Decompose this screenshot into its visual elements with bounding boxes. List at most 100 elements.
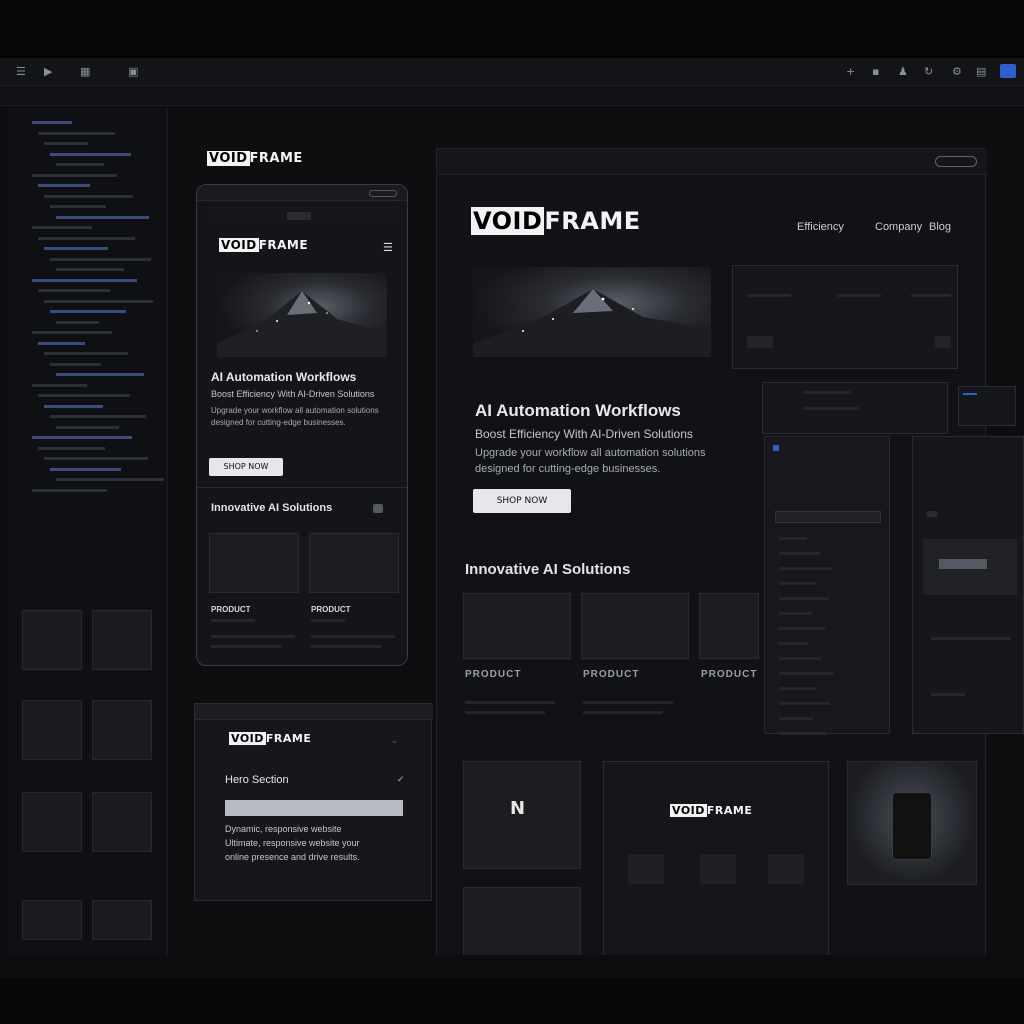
feature-icon [700,854,736,884]
code-line-bar [32,436,132,439]
panel-row[interactable] [779,702,830,705]
template-thumbnail[interactable] [22,610,82,670]
checkmark-icon[interactable]: ✓ [397,774,405,785]
code-line-bar [44,299,153,303]
hamburger-icon[interactable]: ☰ [16,65,26,78]
desktop-section-title: Innovative AI Solutions [465,561,631,578]
panel-row[interactable] [779,537,807,540]
layout-icon[interactable]: ▣ [128,65,138,78]
product-card-image[interactable] [209,533,299,593]
template-thumbnail[interactable] [92,700,152,760]
product-title: PRODUCT [311,605,351,614]
panel-row[interactable] [779,552,820,555]
placeholder-line [465,711,545,714]
panel-row[interactable] [779,657,821,660]
grid-icon[interactable]: ▦ [80,65,90,78]
mountain-illustration [473,289,711,357]
code-line [10,192,168,202]
toggle-switch[interactable] [369,190,397,197]
settings-icon[interactable]: ⚙ [952,65,962,78]
code-line [10,444,168,454]
plus-icon[interactable]: + [846,65,855,78]
logo-tile-secondary[interactable] [463,887,581,957]
play-icon[interactable]: ▶ [44,65,52,78]
code-line-bar [38,131,115,135]
section-label: Hero Section [225,774,289,786]
window-icon[interactable]: ▤ [976,65,986,78]
code-line [10,286,168,296]
code-line [10,181,168,191]
section-input[interactable] [225,800,403,816]
placeholder-line [311,619,345,622]
code-line-bar [38,289,110,292]
hero-image [473,267,711,357]
code-line [10,276,168,286]
code-line [10,265,168,275]
feature-panel[interactable]: VOID FRAME [603,761,829,961]
code-line [10,255,168,265]
panel-row[interactable] [779,582,816,585]
code-line-bar [44,404,103,408]
nav-link-efficiency[interactable]: Efficiency [797,221,844,233]
panel-row[interactable] [779,687,817,690]
code-line-bar [56,373,144,376]
code-line-bar [38,236,135,240]
product-card-image[interactable] [463,593,571,659]
info-icon[interactable]: ▪ [872,65,879,78]
template-thumbnail[interactable] [92,610,152,670]
toggle-switch[interactable] [935,156,977,167]
phone-mockup [892,792,932,860]
panel-row[interactable] [779,732,826,735]
panel-row[interactable] [779,642,808,645]
code-line-bar [50,205,106,208]
product-card-image[interactable] [309,533,399,593]
code-line-bar [44,247,108,250]
desktop-shop-now-button[interactable]: SHOP NOW [473,489,571,513]
nav-link-company[interactable]: Company [875,221,922,233]
panel-row[interactable] [779,567,833,570]
code-line-bar [56,425,119,429]
brand-logo: VOID FRAME [207,151,303,166]
template-thumbnail[interactable] [92,900,152,940]
inspector-preview[interactable] [923,539,1017,595]
logo-tile[interactable]: N [463,761,581,869]
panel-dropdown[interactable] [775,511,881,523]
code-line-bar [38,446,105,450]
template-thumbnail[interactable] [22,700,82,760]
template-thumbnail[interactable] [22,792,82,852]
overlay-chip[interactable] [747,336,773,348]
divider [197,487,407,488]
panel-row[interactable] [779,717,813,720]
panel-row[interactable] [779,612,812,615]
code-line-bar [44,142,88,145]
product-card-image[interactable] [699,593,759,659]
panel-row[interactable] [779,672,834,675]
device-showcase[interactable] [847,761,977,885]
active-indicator [963,393,977,395]
desktop-heading: AI Automation Workflows [475,401,681,420]
inspector-preview-bar [939,559,987,569]
list-view-icon[interactable] [373,504,383,513]
user-icon[interactable]: ♟ [898,65,908,78]
placeholder-line [583,711,663,714]
share-icon[interactable]: ↻ [924,65,933,78]
chevron-down-icon[interactable]: ⌄ [391,736,398,745]
menu-icon[interactable]: ☰ [383,241,393,254]
panel-row[interactable] [779,597,829,600]
nav-link-blog[interactable]: Blog [929,221,951,233]
code-line [10,475,168,485]
product-card-image[interactable] [581,593,689,659]
template-thumbnail[interactable] [22,900,82,940]
placeholder-line [911,294,951,297]
code-line-bar [32,331,112,334]
code-line-bar [50,362,101,366]
template-thumbnail[interactable] [92,792,152,852]
tab-indicator[interactable] [287,212,311,220]
overlay-chip[interactable] [935,336,951,348]
account-badge[interactable] [1000,64,1016,78]
placeholder-line [837,294,881,297]
mobile-shop-now-button[interactable]: SHOP NOW [209,458,283,476]
code-line-bar [38,394,130,397]
panel-row[interactable] [779,627,825,630]
code-line [10,423,168,433]
